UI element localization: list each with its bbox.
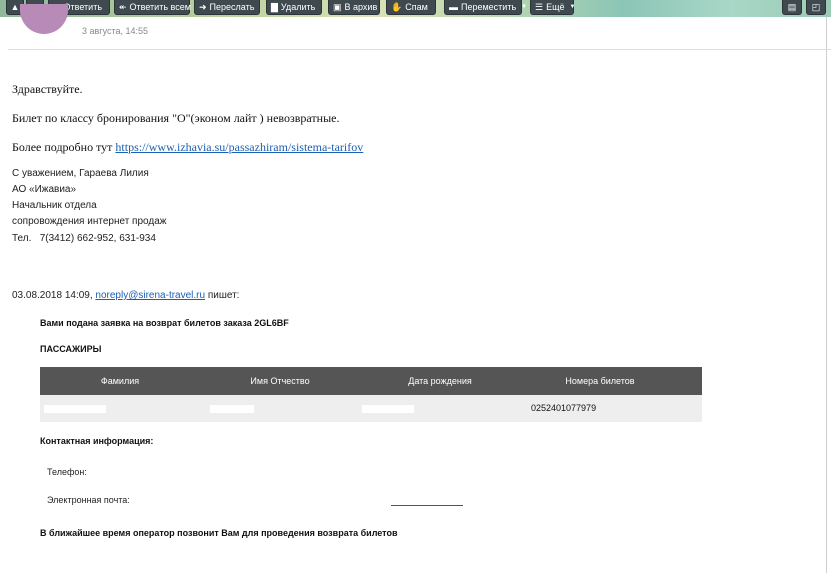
sender-email-link[interactable]: noreply@sirena-travel.ru <box>95 290 205 301</box>
forward-label: Переслать <box>209 2 255 12</box>
archive-button[interactable]: ▣ В архив <box>328 0 380 15</box>
forward-button[interactable]: ➜ Переслать <box>194 0 260 15</box>
phone-label: Телефон: <box>47 467 87 477</box>
toolbar: ▲ ▾ ↶ Ответить ↞ Ответить всем ➜ Пересла… <box>0 0 831 17</box>
signature-line: АО «Ижавиа» <box>12 184 77 195</box>
contact-email-link[interactable] <box>391 505 463 506</box>
trash-icon: ▇ <box>271 1 278 12</box>
reply-label: Ответить <box>63 2 103 12</box>
print-button[interactable]: ▤ <box>782 0 802 15</box>
delete-button[interactable]: ▇ Удалить <box>266 0 322 15</box>
column-header: Имя Отчество <box>250 376 310 386</box>
email-label: Электронная почта: <box>47 495 130 505</box>
greeting: Здравствуйте. <box>12 82 83 96</box>
tariff-link[interactable]: https://www.izhavia.su/passazhiram/siste… <box>115 140 363 154</box>
delete-label: Удалить <box>280 2 316 12</box>
contact-heading: Контактная информация: <box>40 436 154 446</box>
arrow-up-icon: ▲ <box>10 1 20 12</box>
folder-icon: ▬ <box>449 1 458 12</box>
quote-header: 03.08.2018 14:09, noreply@sirena-travel.… <box>12 290 239 301</box>
move-label: Переместить <box>461 2 517 12</box>
fare-info: Билет по классу бронирования "О"(эконом … <box>12 111 340 125</box>
printer-icon: ▤ <box>787 1 797 12</box>
signature-line: С уважением, Гараева Лилия <box>12 168 149 179</box>
footer-note: В ближайшее время оператор позвонит Вам … <box>40 528 398 538</box>
quote-date: 03.08.2018 14:09, <box>12 290 96 301</box>
expand-button[interactable]: ◰ <box>806 0 826 15</box>
forward-icon: ➜ <box>199 1 207 12</box>
signature-line: сопровождения интернет продаж <box>12 216 167 227</box>
more-button[interactable]: ☰ Ещё ▼ <box>530 0 576 15</box>
more-info-prefix: Более подробно тут <box>12 140 116 154</box>
reply-all-label: Ответить всем <box>129 2 191 12</box>
signature-phone: Тел. 7(3412) 662-952, 631-934 <box>12 233 156 244</box>
divider <box>8 49 831 50</box>
redacted-name <box>210 405 254 413</box>
passengers-table-header: Фамилия Имя Отчество Дата рождения Номер… <box>40 367 702 395</box>
column-header: Дата рождения <box>408 376 472 386</box>
more-label: Ещё <box>546 2 565 12</box>
dropdown-arrow-icon: ▼ <box>521 4 528 10</box>
archive-label: В архив <box>344 2 378 12</box>
dropdown-arrow-icon: ▼ <box>569 4 576 10</box>
quote-suffix: пишет: <box>205 290 240 301</box>
table-row: 0252401077979 <box>40 395 702 422</box>
expand-icon: ◰ <box>811 1 821 12</box>
spam-button[interactable]: ✋ Спам <box>386 0 436 15</box>
reply-all-button[interactable]: ↞ Ответить всем <box>114 0 191 15</box>
archive-icon: ▣ <box>333 1 342 12</box>
move-button[interactable]: ▬ Переместить ▼ <box>444 0 527 15</box>
spam-label: Спам <box>405 2 428 12</box>
passengers-heading: ПАССАЖИРЫ <box>40 344 102 354</box>
signature-line: Начальник отдела <box>12 200 97 211</box>
quote-title: Вами подана заявка на возврат билетов за… <box>40 318 289 328</box>
reply-all-icon: ↞ <box>119 1 127 12</box>
redacted-birthdate <box>362 405 414 413</box>
avatar <box>20 4 68 34</box>
message-date: 3 августа, 14:55 <box>82 26 149 36</box>
redacted-surname <box>44 405 106 413</box>
spam-icon: ✋ <box>391 1 403 12</box>
column-header: Фамилия <box>100 376 140 386</box>
menu-icon: ☰ <box>535 1 544 12</box>
column-header: Номера билетов <box>565 376 635 386</box>
more-info-line: Более подробно тут https://www.izhavia.s… <box>12 140 363 155</box>
pane-border <box>826 17 827 573</box>
ticket-number: 0252401077979 <box>531 403 597 413</box>
